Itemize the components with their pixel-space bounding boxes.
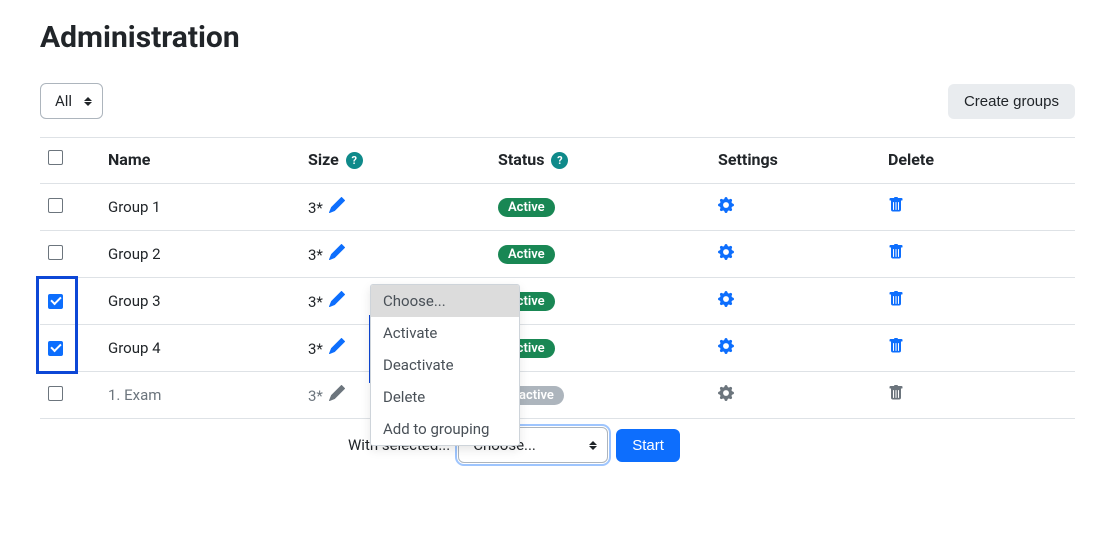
row-name: Group 4 [108, 339, 161, 357]
row-size: 3* [308, 246, 323, 264]
create-groups-button[interactable]: Create groups [948, 84, 1075, 119]
row-checkbox[interactable] [48, 341, 63, 356]
pencil-icon[interactable] [329, 197, 345, 213]
table-row: 1. Exam3*Inactive [40, 372, 1075, 419]
filter-select-value: All [55, 92, 72, 110]
gear-icon[interactable] [718, 291, 734, 307]
filter-select[interactable]: All [40, 83, 103, 119]
dropdown-option[interactable]: Add to grouping [371, 413, 519, 445]
dropdown-option[interactable]: Activate [371, 317, 519, 349]
chevron-updown-icon [84, 97, 92, 106]
pencil-icon[interactable] [329, 244, 345, 260]
table-row: Group 2 3* Active [40, 231, 1075, 278]
row-size: 3* [308, 293, 323, 311]
row-checkbox[interactable] [48, 294, 63, 309]
page-title: Administration [40, 20, 1075, 55]
help-icon[interactable]: ? [551, 152, 568, 169]
row-checkbox[interactable] [48, 245, 63, 260]
status-badge: Active [498, 198, 555, 217]
dropdown-option[interactable]: Choose... [371, 285, 519, 317]
trash-icon[interactable] [888, 244, 904, 260]
gear-icon[interactable] [718, 197, 734, 213]
start-button[interactable]: Start [616, 429, 680, 462]
status-badge: Active [498, 245, 555, 264]
row-checkbox[interactable] [48, 198, 63, 213]
row-name: Group 2 [108, 245, 161, 263]
trash-icon[interactable] [888, 338, 904, 354]
pencil-icon[interactable] [329, 338, 345, 354]
dropdown-option[interactable]: Deactivate [371, 349, 519, 381]
gear-icon[interactable] [718, 385, 734, 401]
dropdown-option[interactable]: Delete [371, 381, 519, 413]
chevron-updown-icon [589, 441, 597, 450]
bulk-action-dropdown-open[interactable]: Choose...ActivateDeactivateDeleteAdd to … [370, 284, 520, 446]
gear-icon[interactable] [718, 244, 734, 260]
col-header-name: Name [100, 138, 300, 184]
col-header-settings: Settings [710, 138, 880, 184]
row-name: 1. Exam [108, 386, 161, 404]
select-all-checkbox[interactable] [48, 150, 63, 165]
trash-icon[interactable] [888, 291, 904, 307]
row-size: 3* [308, 340, 323, 358]
col-header-size: Size [308, 150, 339, 169]
row-size: 3* [308, 387, 323, 405]
pencil-icon[interactable] [329, 291, 345, 307]
table-row: Group 33*Active [40, 278, 1075, 325]
pencil-icon[interactable] [329, 385, 345, 401]
row-name: Group 1 [108, 198, 161, 216]
col-header-delete: Delete [880, 138, 1075, 184]
help-icon[interactable]: ? [346, 152, 363, 169]
table-row: Group 43*Active [40, 325, 1075, 372]
col-header-status: Status [498, 150, 544, 169]
trash-icon[interactable] [888, 197, 904, 213]
groups-table: Name Size ? Status ? Settings Delete Gro… [40, 137, 1075, 419]
gear-icon[interactable] [718, 338, 734, 354]
row-name: Group 3 [108, 292, 161, 310]
row-checkbox[interactable] [48, 386, 63, 401]
row-size: 3* [308, 199, 323, 217]
table-row: Group 1 3* Active [40, 184, 1075, 231]
trash-icon[interactable] [888, 385, 904, 401]
